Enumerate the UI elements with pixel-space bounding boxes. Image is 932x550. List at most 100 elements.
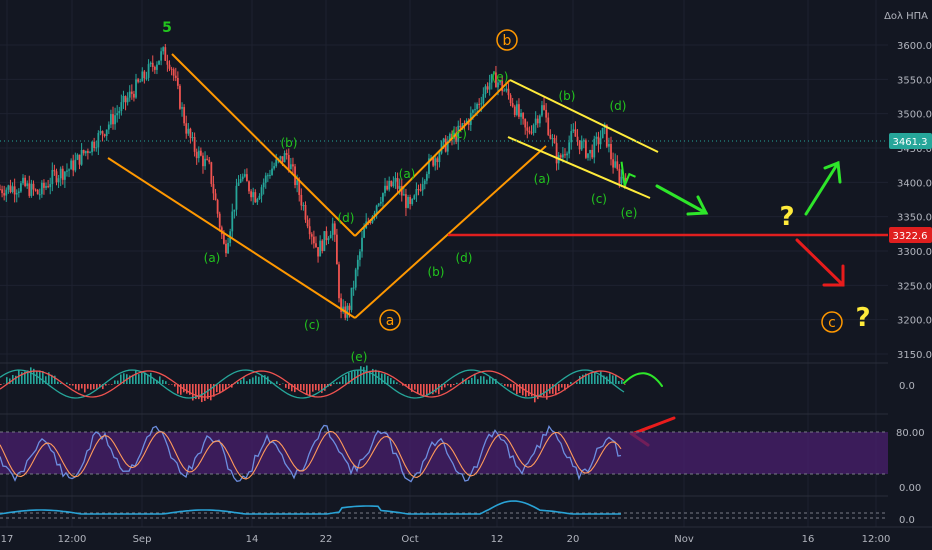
wave-label-c_main: c (828, 315, 836, 331)
candle-body (0, 189, 1, 191)
macd-bar (228, 384, 230, 386)
candle-body (145, 77, 148, 79)
candle-body (181, 107, 183, 109)
macd-bar (252, 377, 254, 384)
candle-body (386, 185, 389, 190)
macd-bar (237, 381, 239, 384)
candle-body (266, 175, 269, 177)
macd-bar (78, 384, 80, 391)
candle-body (423, 180, 426, 185)
candle-body (168, 64, 171, 69)
candle-body (133, 93, 135, 98)
candle-body (415, 189, 418, 196)
candle-body (331, 223, 334, 235)
wave-label-c2: (c) (451, 127, 467, 141)
macd-bar (423, 384, 425, 396)
macd-bar (162, 379, 164, 384)
candle-body (375, 205, 378, 214)
candle-body (474, 109, 476, 111)
candle-body (310, 234, 313, 237)
current-price-value: 3461.3 (893, 137, 928, 148)
macd-bar (510, 384, 512, 388)
candle-body (329, 234, 332, 239)
candle-body (317, 247, 319, 257)
candle-body (570, 131, 573, 143)
macd-bar (36, 371, 38, 384)
candle-body (315, 243, 317, 248)
candle-body (260, 187, 263, 196)
macd-bar (489, 376, 491, 384)
candle-body (191, 137, 194, 139)
candle-body (139, 81, 142, 83)
candle-body (587, 153, 589, 158)
macd-bar (621, 380, 623, 384)
candle-body (72, 160, 75, 171)
candle-body (149, 62, 152, 65)
macd-bar (351, 371, 353, 384)
macd-bar (507, 384, 509, 387)
x-tick-label: 12:00 (58, 534, 87, 545)
macd-bar (477, 379, 479, 384)
candle-body (189, 128, 192, 138)
macd-bar (180, 384, 182, 395)
candle-body (484, 86, 487, 95)
candle-body (55, 171, 58, 183)
symbol-label: Δολ ΗΠΑ (884, 11, 928, 22)
candle-body (110, 114, 112, 125)
candle-body (338, 264, 340, 299)
candle-body (434, 158, 437, 166)
chart-canvas[interactable]: 5 b a c (b) (a) (c) (d) (e) (a) (b) (c) (d) (e) (a) (b)… (0, 0, 932, 550)
macd-bar (87, 384, 89, 389)
macd-bar (480, 376, 482, 384)
candle-body (482, 94, 485, 104)
macd-bar (417, 384, 419, 394)
wave-label-e3: (e) (621, 206, 638, 220)
candle-body (547, 117, 550, 135)
macd-bar (471, 377, 473, 384)
macd-bar (438, 384, 440, 395)
candle-body (61, 168, 64, 180)
wave-label-q2: ? (855, 303, 870, 333)
macd-bar (57, 381, 59, 384)
candle-body (361, 237, 363, 252)
candle-body (43, 182, 45, 188)
candle-body (306, 219, 309, 227)
macd-bar (240, 380, 242, 384)
candle-body (388, 180, 391, 190)
candle-body (28, 183, 31, 196)
candle-body (486, 86, 489, 90)
candle-body (162, 47, 165, 52)
macd-bar (93, 384, 95, 390)
candle-body (82, 150, 85, 154)
candle-body (333, 223, 336, 235)
candle-body (107, 124, 110, 130)
macd-bar (111, 384, 113, 385)
candle-body (7, 185, 10, 190)
macd-bar (306, 384, 308, 395)
macd-bar (504, 384, 506, 386)
candle-body (116, 113, 119, 116)
candle-body (137, 79, 140, 82)
candle-body (549, 134, 552, 139)
macd-bar (486, 379, 488, 384)
candle-body (532, 125, 535, 133)
candle-body (40, 182, 43, 195)
candle-body (112, 114, 114, 125)
y-tick-label: 3350.0 (897, 213, 932, 224)
candle-body (51, 170, 54, 185)
candle-body (610, 143, 612, 160)
candle-body (620, 176, 623, 184)
candle-body (411, 198, 414, 204)
macd-bar (276, 381, 278, 384)
macd-bar (141, 371, 143, 384)
candle-body (160, 51, 163, 61)
candle-body (174, 75, 177, 78)
macd-bar (552, 384, 554, 394)
candle-body (118, 111, 121, 114)
candle-body (608, 143, 610, 147)
candle-body (285, 153, 288, 155)
candle-body (302, 205, 305, 207)
candle-body (574, 129, 577, 137)
wave-label-b1: (b) (281, 136, 298, 150)
candle-body (38, 194, 41, 196)
